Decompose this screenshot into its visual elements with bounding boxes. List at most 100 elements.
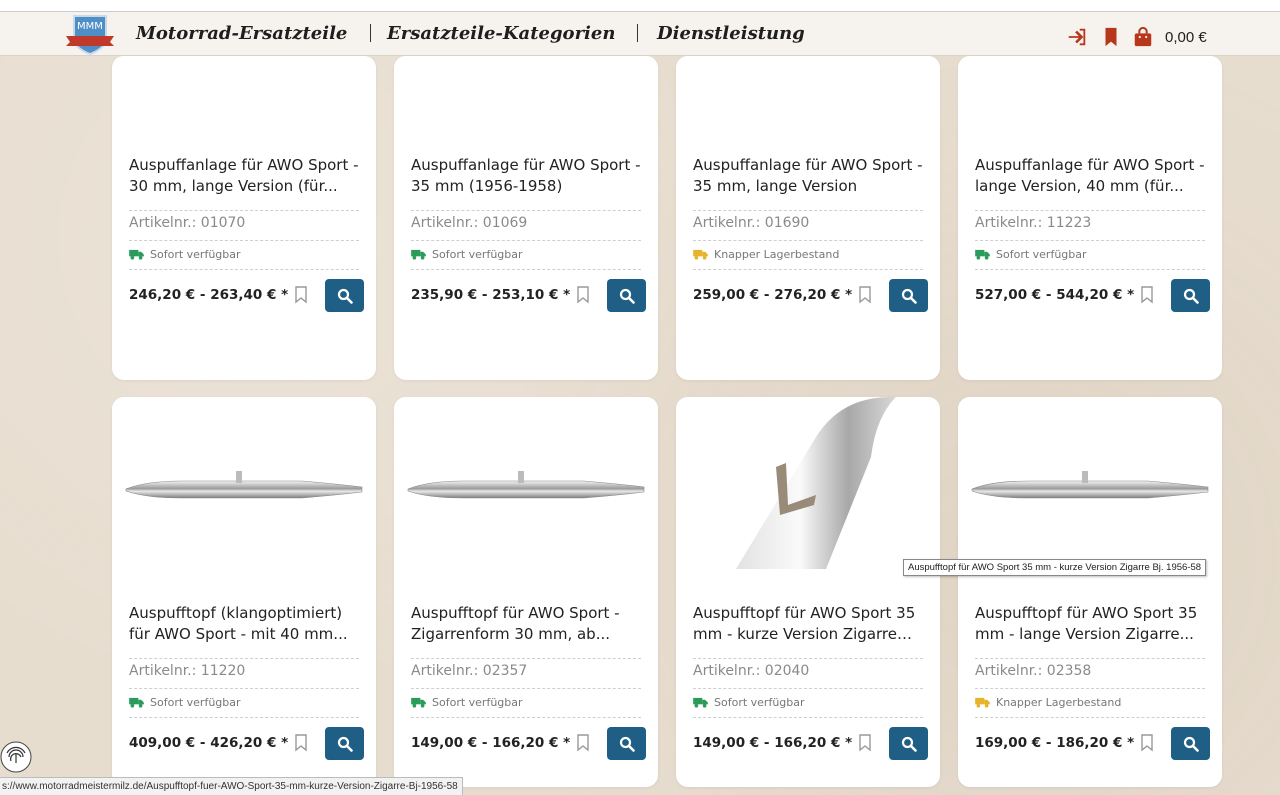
search-icon: [1183, 288, 1199, 304]
bookmark-icon[interactable]: [294, 286, 308, 304]
divider: [975, 658, 1205, 659]
product-title[interactable]: Auspufftopf für AWO Sport - Zigarrenform…: [411, 603, 641, 645]
divider: [129, 688, 359, 689]
divider: [693, 717, 923, 718]
quick-view-button[interactable]: [325, 727, 364, 760]
site-logo[interactable]: MMM: [64, 12, 116, 56]
search-icon: [1183, 736, 1199, 752]
product-title[interactable]: Auspuffanlage für AWO Sport - 35 mm, lan…: [693, 155, 923, 197]
quick-view-button[interactable]: [607, 279, 646, 312]
product-title[interactable]: Auspufftopf für AWO Sport 35 mm - kurze …: [693, 603, 923, 645]
quick-view-button[interactable]: [325, 279, 364, 312]
nav-ersatzteile-kategorien[interactable]: Ersatzteile-Kategorien: [387, 23, 615, 44]
bookmark-icon[interactable]: [576, 286, 590, 304]
delivery-truck-icon: [975, 249, 990, 260]
image-tooltip: Auspufftopf für AWO Sport 35 mm - kurze …: [903, 559, 1207, 576]
product-image[interactable]: [394, 56, 658, 168]
divider: [411, 717, 641, 718]
product-card[interactable]: Auspufftopf für AWO Sport - Zigarrenform…: [394, 397, 658, 787]
availability-status: Sofort verfügbar: [411, 248, 523, 261]
article-number: Artikelnr.: 11220: [129, 663, 246, 679]
product-price: 235,90 € - 253,10 € *: [411, 287, 571, 303]
product-title[interactable]: Auspufftopf (klangoptimiert) für AWO Spo…: [129, 603, 359, 645]
product-card[interactable]: Auspuffanlage für AWO Sport - 30 mm, lan…: [112, 56, 376, 380]
delivery-truck-icon: [411, 249, 426, 260]
bookmark-icon[interactable]: [858, 734, 872, 752]
product-image[interactable]: [676, 397, 940, 569]
quick-view-button[interactable]: [889, 727, 928, 760]
divider: [975, 688, 1205, 689]
quick-view-button[interactable]: [1171, 279, 1210, 312]
product-image[interactable]: [958, 397, 1222, 569]
product-title[interactable]: Auspuffanlage für AWO Sport - 30 mm, lan…: [129, 155, 359, 197]
divider: [975, 717, 1205, 718]
product-image[interactable]: [112, 56, 376, 168]
search-icon: [337, 736, 353, 752]
logo-text: MMM: [77, 21, 103, 32]
login-icon[interactable]: [1066, 26, 1088, 48]
availability-status: Sofort verfügbar: [129, 696, 241, 709]
site-header: MMM Motorrad-Ersatzteile Ersatzteile-Kat…: [0, 12, 1280, 56]
cart-bag-icon[interactable]: [1132, 26, 1154, 48]
product-card[interactable]: Auspufftopf für AWO Sport 35 mm - kurze …: [676, 397, 940, 787]
divider: [411, 688, 641, 689]
product-price: 527,00 € - 544,20 € *: [975, 287, 1135, 303]
product-card[interactable]: Auspuffanlage für AWO Sport - 35 mm (195…: [394, 56, 658, 380]
availability-status: Sofort verfügbar: [411, 696, 523, 709]
product-image[interactable]: [958, 56, 1222, 168]
divider: [129, 717, 359, 718]
divider: [693, 658, 923, 659]
nav-motorrad-ersatzteile[interactable]: Motorrad-Ersatzteile: [136, 23, 347, 44]
search-icon: [619, 288, 635, 304]
delivery-truck-icon: [693, 697, 708, 708]
product-price: 169,00 € - 186,20 € *: [975, 735, 1135, 751]
nav-separator: [370, 24, 371, 42]
product-image[interactable]: [676, 56, 940, 168]
wishlist-bookmark-icon[interactable]: [1100, 26, 1122, 48]
product-card[interactable]: Auspuffanlage für AWO Sport - 35 mm, lan…: [676, 56, 940, 380]
divider: [411, 240, 641, 241]
product-card[interactable]: Auspufftopf für AWO Sport 35 mm - lange …: [958, 397, 1222, 787]
bookmark-icon[interactable]: [858, 286, 872, 304]
product-image[interactable]: [394, 397, 658, 569]
availability-status: Sofort verfügbar: [975, 248, 1087, 261]
product-title[interactable]: Auspuffanlage für AWO Sport - 35 mm (195…: [411, 155, 641, 197]
bookmark-icon[interactable]: [1140, 286, 1154, 304]
product-image[interactable]: [112, 397, 376, 569]
quick-view-button[interactable]: [607, 727, 646, 760]
bookmark-icon[interactable]: [576, 734, 590, 752]
availability-status: Sofort verfügbar: [693, 696, 805, 709]
divider: [129, 269, 359, 270]
nav-separator: [637, 24, 638, 42]
product-price: 149,00 € - 166,20 € *: [693, 735, 853, 751]
product-card[interactable]: Auspufftopf (klangoptimiert) für AWO Spo…: [112, 397, 376, 787]
bookmark-icon[interactable]: [1140, 734, 1154, 752]
browser-top-strip: [0, 0, 1280, 12]
product-title[interactable]: Auspuffanlage für AWO Sport - lange Vers…: [975, 155, 1205, 197]
article-number: Artikelnr.: 01690: [693, 215, 810, 231]
product-price: 409,00 € - 426,20 € *: [129, 735, 289, 751]
divider: [975, 269, 1205, 270]
product-price: 246,20 € - 263,40 € *: [129, 287, 289, 303]
divider: [129, 210, 359, 211]
delivery-truck-icon: [129, 249, 144, 260]
fingerprint-icon[interactable]: [0, 735, 36, 775]
divider: [129, 658, 359, 659]
delivery-truck-icon: [975, 697, 990, 708]
divider: [411, 269, 641, 270]
product-card[interactable]: Auspuffanlage für AWO Sport - lange Vers…: [958, 56, 1222, 380]
bookmark-icon[interactable]: [294, 734, 308, 752]
availability-status: Knapper Lagerbestand: [693, 248, 839, 261]
product-title[interactable]: Auspufftopf für AWO Sport 35 mm - lange …: [975, 603, 1205, 645]
cart-total[interactable]: 0,00 €: [1165, 29, 1207, 46]
nav-dienstleistung[interactable]: Dienstleistung: [657, 23, 805, 44]
divider: [975, 210, 1205, 211]
delivery-truck-icon: [411, 697, 426, 708]
article-number: Artikelnr.: 01069: [411, 215, 528, 231]
quick-view-button[interactable]: [889, 279, 928, 312]
divider: [411, 210, 641, 211]
divider: [975, 240, 1205, 241]
availability-status: Sofort verfügbar: [129, 248, 241, 261]
article-number: Artikelnr.: 01070: [129, 215, 246, 231]
quick-view-button[interactable]: [1171, 727, 1210, 760]
